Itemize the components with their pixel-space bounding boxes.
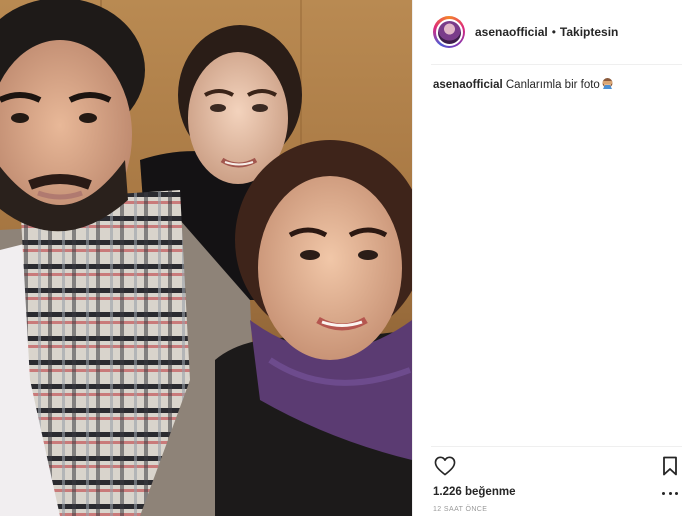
actions-divider: [431, 446, 682, 447]
avatar-image: [435, 18, 463, 46]
caption-username-link[interactable]: asenaofficial: [433, 79, 503, 91]
post-timestamp[interactable]: 12 SAAT ÖNCE: [433, 506, 487, 513]
separator-dot: •: [551, 25, 556, 39]
follow-status-button[interactable]: Takiptesin: [560, 25, 618, 39]
post-actions: [433, 454, 682, 478]
caption-text: Canlarımla bir foto: [505, 79, 600, 91]
header-text: asenaofficial • Takiptesin: [475, 25, 618, 39]
caption: asenaofficial Canlarımla bir foto: [433, 77, 684, 95]
selfie-image: [0, 0, 412, 516]
more-options-icon[interactable]: [662, 488, 678, 498]
see-no-evil-monkey-icon: [601, 77, 614, 95]
header-divider: [431, 64, 682, 65]
likes-count-link[interactable]: 1.226 beğenme: [433, 486, 515, 498]
post-header: asenaofficial • Takiptesin: [433, 14, 684, 50]
bookmark-icon[interactable]: [658, 454, 682, 478]
post-details-panel: asenaofficial • Takiptesin asenaofficial…: [412, 0, 700, 516]
heart-icon[interactable]: [433, 454, 457, 478]
avatar[interactable]: [433, 16, 465, 48]
username-link[interactable]: asenaofficial: [475, 25, 548, 39]
post-photo[interactable]: [0, 0, 412, 516]
